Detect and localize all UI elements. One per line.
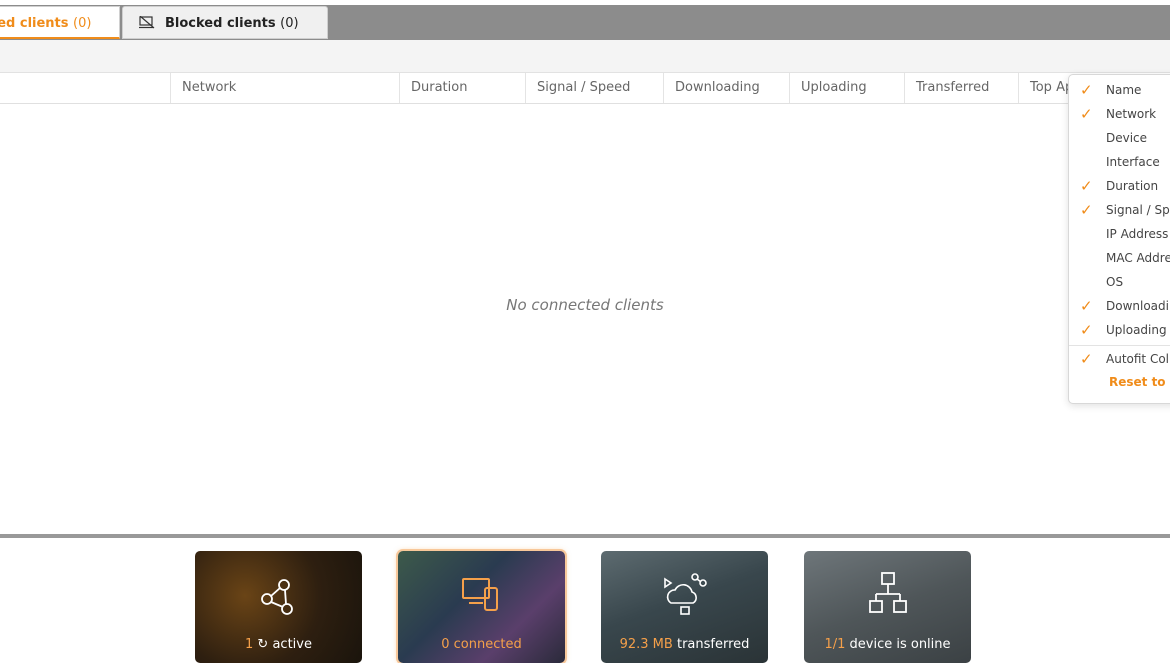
card-caption: 1/1 device is online	[824, 637, 951, 652]
menu-item-autofit-columns[interactable]: ✓ Autofit Colu	[1069, 347, 1170, 371]
devices-online-card[interactable]: 1/1 device is online	[804, 551, 971, 663]
menu-item-label: Network	[1106, 107, 1157, 121]
check-icon: ✓	[1080, 297, 1093, 315]
column-chooser-menu: ✓ Name ✓ Network Device Interface ✓ Duratio…	[1068, 74, 1170, 404]
menu-item-downloading[interactable]: ✓ Downloadin	[1069, 294, 1170, 318]
check-icon: ✓	[1080, 201, 1093, 219]
active-networks-card[interactable]: 1 ↻ active	[195, 551, 362, 663]
menu-item-interface[interactable]: Interface	[1069, 150, 1170, 174]
blocked-device-icon	[139, 16, 155, 29]
column-header-uploading[interactable]: Uploading	[789, 73, 904, 103]
menu-item-uploading[interactable]: ✓ Uploading	[1069, 318, 1170, 342]
menu-item-ip-address[interactable]: IP Address	[1069, 222, 1170, 246]
check-icon: ✓	[1080, 177, 1093, 195]
menu-item-label: Duration	[1106, 179, 1159, 193]
menu-item-device[interactable]: Device	[1069, 126, 1170, 150]
reset-to-default-link[interactable]: Reset to d	[1109, 375, 1170, 389]
check-icon: ✓	[1080, 105, 1093, 123]
check-icon: ✓	[1080, 350, 1093, 368]
tab-connected-count: (0)	[73, 16, 92, 31]
menu-item-name[interactable]: ✓ Name	[1069, 78, 1170, 102]
menu-item-label: Downloadin	[1106, 299, 1170, 313]
summary-area	[0, 538, 1170, 663]
check-icon: ✓	[1080, 81, 1093, 99]
empty-state-message: No connected clients	[506, 296, 664, 314]
tab-blocked-label: Blocked clients	[165, 16, 276, 31]
table-header: Network Duration Signal / Speed Download…	[0, 73, 1170, 104]
menu-item-label: Name	[1106, 83, 1142, 97]
menu-item-mac-address[interactable]: MAC Addres	[1069, 246, 1170, 270]
column-header-downloading[interactable]: Downloading	[663, 73, 789, 103]
menu-item-signal-speed[interactable]: ✓ Signal / Spe	[1069, 198, 1170, 222]
topology-icon	[869, 572, 907, 613]
tab-blocked-clients[interactable]: Blocked clients (0)	[122, 6, 328, 39]
column-header-network[interactable]: Network	[170, 73, 399, 103]
card-caption: 0 connected	[441, 637, 522, 652]
network-icon	[261, 579, 293, 615]
toolbar	[0, 40, 1170, 73]
menu-item-os[interactable]: OS	[1069, 270, 1170, 294]
menu-item-label: Autofit Colu	[1106, 352, 1170, 366]
check-icon: ✓	[1080, 321, 1093, 339]
cloud-share-icon	[664, 573, 707, 615]
menu-item-network[interactable]: ✓ Network	[1069, 102, 1170, 126]
menu-divider	[1069, 345, 1170, 346]
tab-blocked-count: (0)	[280, 16, 299, 31]
menu-item-label: Signal / Spe	[1106, 203, 1170, 217]
column-header-duration[interactable]: Duration	[399, 73, 525, 103]
menu-item-label: Device	[1106, 131, 1148, 145]
menu-item-label: Uploading	[1106, 323, 1167, 337]
menu-item-label: MAC Addres	[1106, 251, 1170, 265]
column-header-transferred[interactable]: Transferred	[904, 73, 1018, 103]
menu-item-label: Interface	[1106, 155, 1160, 169]
menu-item-duration[interactable]: ✓ Duration	[1069, 174, 1170, 198]
card-caption: 1 ↻ active	[245, 637, 312, 652]
menu-item-label: IP Address	[1106, 227, 1169, 241]
card-caption: 92.3 MB transferred	[619, 637, 750, 652]
tab-connected-clients[interactable]: ted clients (0)	[0, 6, 120, 39]
menu-item-label: OS	[1106, 275, 1124, 289]
tab-connected-label: ted clients	[0, 16, 69, 31]
connected-clients-card[interactable]: 0 connected	[398, 551, 565, 663]
data-transferred-card[interactable]: 92.3 MB transferred	[601, 551, 768, 663]
column-header-signal-speed[interactable]: Signal / Speed	[525, 73, 663, 103]
devices-icon	[462, 578, 498, 611]
